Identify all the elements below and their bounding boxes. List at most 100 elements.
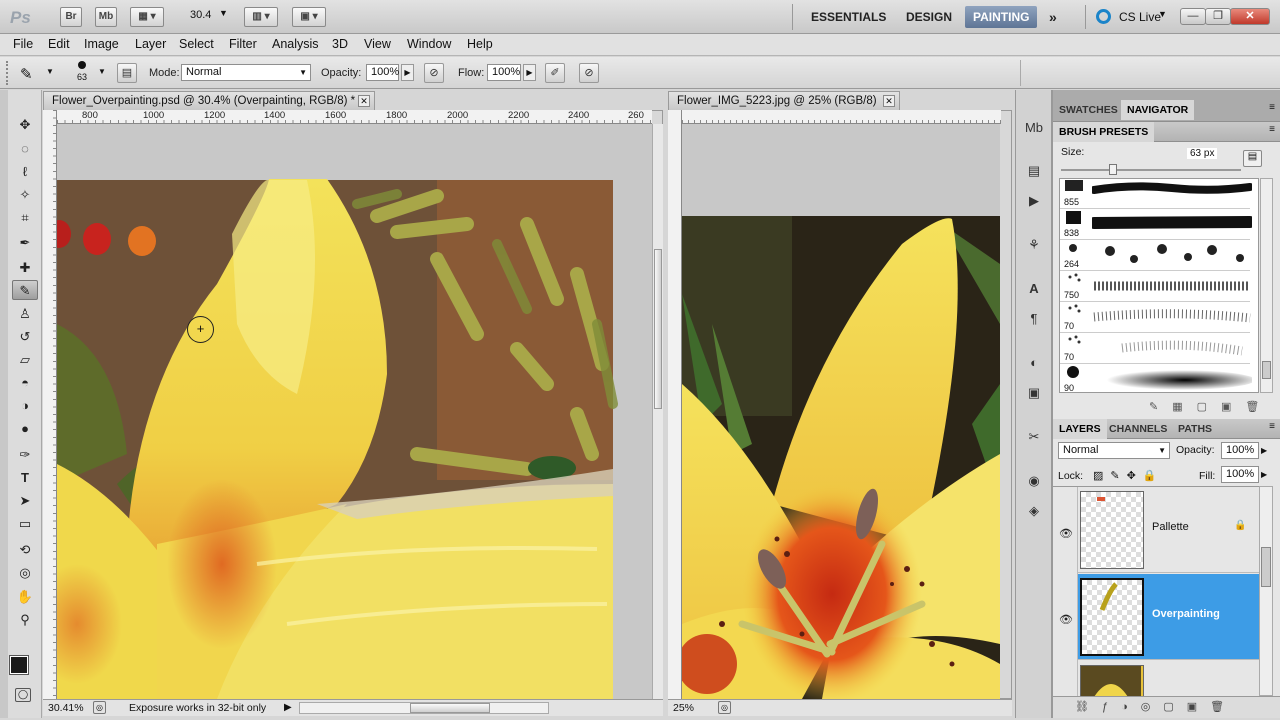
brush-preset-item[interactable]: 838 bbox=[1060, 210, 1252, 240]
fill-slider-toggle-icon[interactable]: ▶ bbox=[1261, 470, 1267, 479]
brush-panel-toggle-icon[interactable]: ▤ bbox=[117, 63, 137, 83]
workspace-design[interactable]: DESIGN bbox=[898, 6, 960, 28]
zoom-tool-icon[interactable]: ⚲ bbox=[12, 610, 38, 630]
layer-opacity-field[interactable]: 100% bbox=[1221, 442, 1259, 459]
layers-scrollbar[interactable] bbox=[1259, 486, 1273, 696]
menu-image[interactable]: Image bbox=[84, 37, 119, 51]
3d-orbit-tool-icon[interactable]: ◎ bbox=[12, 563, 38, 583]
menu-file[interactable]: File bbox=[13, 37, 33, 51]
move-tool-icon[interactable]: ✥ bbox=[12, 115, 38, 135]
layer-name[interactable]: Overpainting bbox=[1152, 608, 1220, 620]
eye-icon[interactable]: 👁 bbox=[1059, 527, 1073, 540]
opacity-slider-toggle-icon[interactable]: ▶ bbox=[1261, 446, 1267, 455]
brush-panel-icon[interactable]: ◐ bbox=[1024, 354, 1044, 372]
document-tab-overpainting[interactable]: Flower_Overpainting.psd @ 30.4% (Overpai… bbox=[43, 91, 375, 110]
lock-options-icons[interactable]: ▨✎✥🔒 bbox=[1093, 469, 1164, 482]
layer-row-overpainting[interactable]: Overpainting bbox=[1078, 574, 1259, 660]
crop-tool-icon[interactable]: ⌗ bbox=[12, 208, 38, 228]
more-workspaces-icon[interactable]: » bbox=[1041, 6, 1065, 28]
layer-actions-icons[interactable]: ⛓ƒ◑◎▢▣🗑 bbox=[1075, 700, 1237, 713]
flow-slider-toggle-icon[interactable]: ▶ bbox=[523, 64, 536, 81]
scrollbar-thumb[interactable] bbox=[1262, 361, 1271, 379]
minimize-button[interactable]: — bbox=[1180, 8, 1206, 25]
menu-help[interactable]: Help bbox=[467, 37, 493, 51]
quick-selection-tool-icon[interactable]: ✧ bbox=[12, 185, 38, 205]
scrollbar-thumb[interactable] bbox=[654, 249, 662, 409]
rectangle-tool-icon[interactable]: ▭ bbox=[12, 514, 38, 534]
brush-tool-icon[interactable]: ✎ bbox=[12, 280, 38, 300]
close-button[interactable]: ✕ bbox=[1230, 8, 1270, 25]
brush-tool-preset-icon[interactable]: ✎ bbox=[20, 65, 33, 83]
clone-source-panel-icon[interactable]: ⚘ bbox=[1024, 236, 1044, 254]
scrollbar-thumb[interactable] bbox=[410, 703, 490, 713]
pen-tool-icon[interactable]: ✑ bbox=[12, 445, 38, 465]
3d-rotate-tool-icon[interactable]: ⟲ bbox=[12, 540, 38, 560]
brush-preset-item[interactable]: 70 bbox=[1060, 334, 1250, 364]
zoom-readout[interactable]: 30.41% bbox=[48, 700, 84, 716]
brush-panel-button-icon[interactable]: ▤ bbox=[1243, 150, 1262, 167]
vertical-ruler[interactable] bbox=[43, 110, 57, 699]
horizontal-ruler[interactable]: 800 1000 1200 1400 1600 1800 2000 2200 2… bbox=[57, 110, 652, 124]
paint-bucket-tool-icon[interactable]: ◓ bbox=[12, 373, 38, 393]
foreground-color-swatch[interactable] bbox=[9, 655, 29, 675]
scrollbar-thumb[interactable] bbox=[1261, 547, 1271, 587]
canvas-area-reference[interactable] bbox=[682, 124, 1000, 699]
history-panel-icon[interactable]: ▤ bbox=[1024, 162, 1044, 180]
layer-row-pallette[interactable]: Pallette 🔒 bbox=[1078, 487, 1259, 573]
masks-panel-icon[interactable]: ◈ bbox=[1024, 502, 1044, 520]
brush-picker-dropdown-icon[interactable]: ▼ bbox=[98, 67, 106, 76]
paragraph-panel-icon[interactable]: ¶ bbox=[1024, 310, 1044, 328]
color-panel-icon[interactable]: ✂ bbox=[1024, 428, 1044, 446]
blur-tool-icon[interactable]: ● bbox=[12, 419, 38, 439]
eye-icon[interactable]: 👁 bbox=[1059, 613, 1073, 626]
lasso-tool-icon[interactable]: ℓ bbox=[12, 162, 38, 182]
status-info-icon[interactable]: ◎ bbox=[93, 701, 106, 714]
grip-handle[interactable] bbox=[6, 61, 10, 85]
menu-view[interactable]: View bbox=[364, 37, 391, 51]
canvas-area-overpainting[interactable]: + bbox=[57, 124, 652, 699]
opacity-field[interactable]: 100% bbox=[366, 64, 399, 81]
airbrush-icon[interactable]: ✐ bbox=[545, 63, 565, 83]
bridge-button[interactable]: Br bbox=[60, 7, 82, 27]
brush-preset-item[interactable]: 70 bbox=[1060, 303, 1251, 333]
zoom-dropdown-icon[interactable]: ▼ bbox=[219, 8, 228, 18]
menu-layer[interactable]: Layer bbox=[135, 37, 166, 51]
brush-preset-item[interactable]: 264 bbox=[1060, 241, 1250, 271]
tab-layers[interactable]: LAYERS bbox=[1053, 419, 1107, 439]
horizontal-scrollbar[interactable] bbox=[299, 702, 549, 714]
healing-brush-tool-icon[interactable]: ✚ bbox=[12, 258, 38, 278]
close-icon[interactable]: ✕ bbox=[883, 95, 895, 107]
clone-stamp-tool-icon[interactable]: ♙ bbox=[12, 304, 38, 324]
size-slider-thumb[interactable] bbox=[1109, 164, 1117, 175]
chevron-down-icon[interactable]: ▼ bbox=[46, 67, 54, 76]
workspace-essentials[interactable]: ESSENTIALS bbox=[803, 6, 894, 28]
eraser-tool-icon[interactable]: ▱ bbox=[12, 350, 38, 370]
pressure-size-icon[interactable]: ⊘ bbox=[579, 63, 599, 83]
cs-live-icon[interactable] bbox=[1096, 9, 1111, 24]
menu-edit[interactable]: Edit bbox=[48, 37, 70, 51]
zoom-readout[interactable]: 25% bbox=[673, 700, 694, 716]
status-menu-arrow-icon[interactable]: ▶ bbox=[284, 700, 292, 716]
pressure-opacity-icon[interactable]: ⊘ bbox=[424, 63, 444, 83]
panel-menu-icon[interactable]: ≡ bbox=[1269, 102, 1275, 113]
menu-window[interactable]: Window bbox=[407, 37, 451, 51]
menu-analysis[interactable]: Analysis bbox=[272, 37, 319, 51]
cs-live-menu[interactable]: CS Live bbox=[1119, 10, 1161, 24]
tool-presets-panel-icon[interactable]: ▣ bbox=[1024, 384, 1044, 402]
brush-preset-item[interactable]: 90 bbox=[1060, 365, 1252, 392]
status-info-icon[interactable]: ◎ bbox=[718, 701, 731, 714]
history-brush-tool-icon[interactable]: ↺ bbox=[12, 327, 38, 347]
horizontal-ruler[interactable] bbox=[682, 110, 1001, 124]
mini-bridge-panel-icon[interactable]: Mb bbox=[1024, 119, 1044, 137]
zoom-level[interactable]: 30.4 bbox=[190, 9, 211, 21]
actions-panel-icon[interactable]: ▶ bbox=[1024, 192, 1044, 210]
layer-name[interactable]: Pallette bbox=[1152, 521, 1189, 533]
panel-menu-icon[interactable]: ≡ bbox=[1269, 421, 1275, 432]
flow-field[interactable]: 100% bbox=[487, 64, 521, 81]
hand-tool-icon[interactable]: ✋ bbox=[12, 587, 38, 607]
brush-preset-item[interactable]: 750 bbox=[1060, 272, 1250, 302]
fill-field[interactable]: 100% bbox=[1221, 466, 1259, 483]
vertical-ruler[interactable] bbox=[668, 110, 682, 699]
tab-channels[interactable]: CHANNELS bbox=[1103, 419, 1173, 439]
document-tab-reference[interactable]: Flower_IMG_5223.jpg @ 25% (RGB/8) ✕ bbox=[668, 91, 900, 110]
